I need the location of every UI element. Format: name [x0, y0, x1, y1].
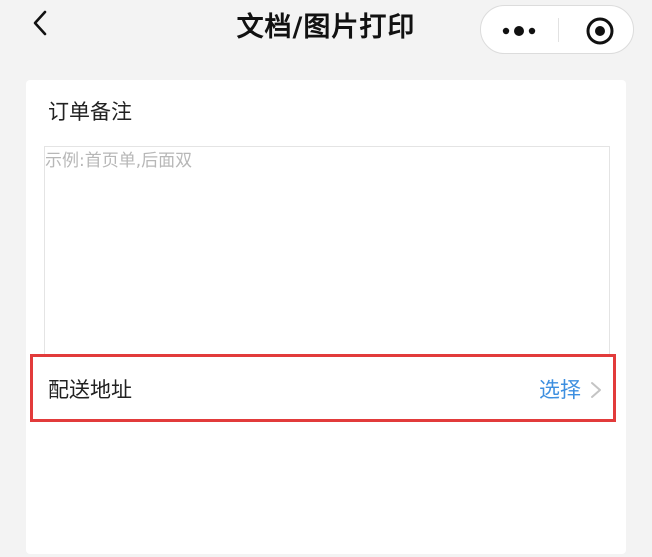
delivery-address-row[interactable]: 配送地址 选择: [30, 354, 616, 422]
target-circle-icon: [586, 17, 614, 45]
close-button[interactable]: [559, 6, 634, 53]
order-card: 订单备注 示例:首页单,后面双 配送地址 选择: [26, 80, 626, 554]
mini-program-capsule: [480, 5, 634, 54]
address-label: 配送地址: [48, 378, 132, 402]
remark-textarea[interactable]: 示例:首页单,后面双: [44, 146, 610, 358]
remark-placeholder: 示例:首页单,后面双: [45, 151, 193, 171]
remark-label: 订单备注: [48, 100, 132, 124]
select-address-link[interactable]: 选择: [539, 376, 581, 404]
navigation-bar: 文档/图片打印: [0, 0, 652, 60]
more-dots-icon: [502, 26, 536, 36]
more-button[interactable]: [481, 6, 558, 53]
chevron-right-icon: [591, 382, 601, 398]
